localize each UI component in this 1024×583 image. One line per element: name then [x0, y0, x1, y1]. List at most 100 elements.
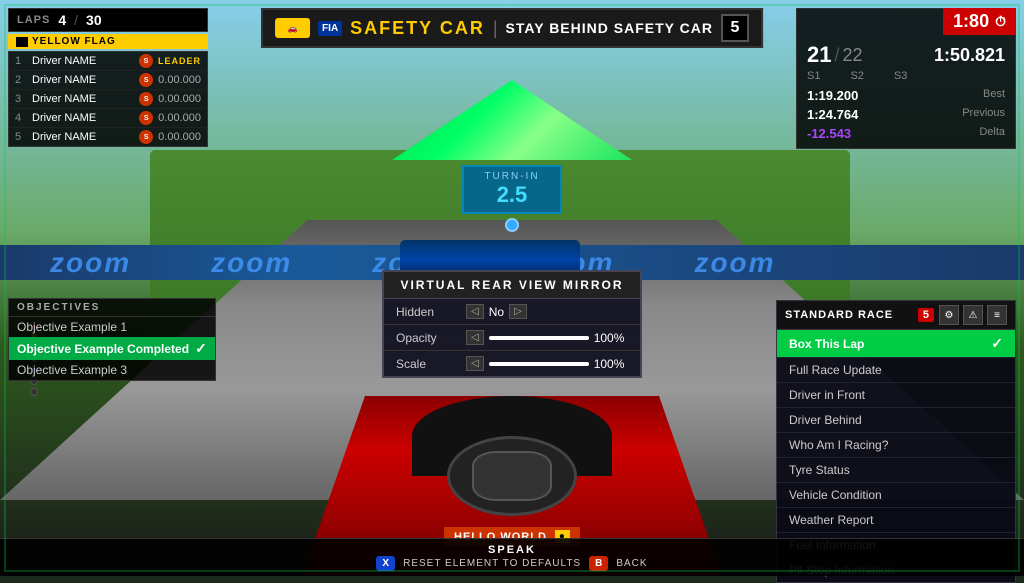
arrow-left-scale-icon[interactable]: ◁ [466, 356, 484, 371]
pos-name: Driver NAME [32, 112, 134, 124]
steering-wheel-inner [472, 451, 552, 501]
mfd-item-box-this-lap[interactable]: Box This Lap ✓ [777, 330, 1015, 358]
sector-labels: S1 S2 S3 [807, 70, 1005, 82]
mirror-hidden-value: No [489, 305, 504, 319]
flag-icon [16, 37, 28, 47]
objective-item-completed: Objective Example Completed ✓ [9, 337, 215, 360]
sector-s1: S1 [807, 70, 820, 82]
scale-value: 100% [594, 357, 625, 371]
pos-badge: S [139, 92, 153, 106]
mfd-icon-settings[interactable]: ⚙ [939, 305, 959, 325]
pos-badge: S [139, 73, 153, 87]
pos-num: 5 [15, 131, 27, 143]
mirror-scale-row: Scale ◁ 100% [384, 351, 640, 376]
mfd-item-vehicle-condition[interactable]: Vehicle Condition [777, 483, 1015, 508]
yellow-flag-bar: YELLOW FLAG [8, 34, 208, 49]
lap-count-badge: 5 [721, 14, 749, 42]
opacity-slider[interactable] [489, 336, 589, 340]
back-label: BACK [616, 558, 647, 569]
laps-bar: LAPS 4 / 30 [8, 8, 208, 32]
mfd-icon-list[interactable]: ≡ [987, 305, 1007, 325]
pos-num: 1 [15, 55, 27, 67]
zoom-text-2: zoom [211, 247, 292, 279]
mfd-item-full-race-update[interactable]: Full Race Update [777, 358, 1015, 383]
timer-value: 1:80 [953, 11, 989, 32]
mirror-hidden-toggle[interactable]: ◁ No ▷ [466, 304, 527, 319]
mirror-modal-title: VIRTUAL REAR VIEW MIRROR [384, 272, 640, 299]
mfd-icon-warning[interactable]: ⚠ [963, 305, 983, 325]
pos-num: 4 [15, 112, 27, 124]
objective-label-3: Objective Example 3 [17, 363, 127, 377]
safety-car-banner: 🚗 FIA SAFETY CAR | STAY BEHIND SAFETY CA… [261, 8, 763, 48]
mfd-item-driver-in-front[interactable]: Driver in Front [777, 383, 1015, 408]
position-table: 1 Driver NAME S LEADER 2 Driver NAME S 0… [8, 51, 208, 147]
zoom-text-1: zoom [50, 247, 131, 279]
safety-car-label: SAFETY CAR [350, 18, 485, 39]
timing-rows: 1:19.200 Best 1:24.764 Previous -12.543 … [807, 86, 1005, 143]
arrow-right-icon[interactable]: ▷ [509, 304, 527, 319]
timer-bar: 1:80 ⏱ [943, 8, 1016, 35]
gear-dot-off2 [30, 388, 38, 396]
arrow-left-icon[interactable]: ◁ [466, 304, 484, 319]
turnin-dot [505, 218, 519, 232]
btn-x[interactable]: X [376, 556, 395, 571]
objective-item-1: Objective Example 1 [9, 317, 215, 337]
mfd-item-label: Driver in Front [789, 388, 865, 402]
scale-slider[interactable] [489, 362, 589, 366]
mfd-item-tyre-status[interactable]: Tyre Status [777, 458, 1015, 483]
scale-slider-fill [489, 362, 589, 366]
timing-row-best: 1:19.200 Best [807, 86, 1005, 105]
laps-current: 4 [58, 12, 66, 28]
objective-label-1: Objective Example 1 [17, 320, 127, 334]
position-current: 21 [807, 42, 831, 68]
zoom-text-5: zoom [694, 247, 775, 279]
table-row: 5 Driver NAME S 0.00.000 [9, 128, 207, 146]
mfd-item-weather-report[interactable]: Weather Report [777, 508, 1015, 533]
top-left-panel: LAPS 4 / 30 YELLOW FLAG 1 Driver NAME S … [8, 8, 208, 147]
mfd-header: STANDARD RACE 5 ⚙ ⚠ ≡ [777, 301, 1015, 330]
speak-label: SPEAK [488, 544, 536, 556]
sector-s2: S2 [850, 70, 863, 82]
delta-time: -12.543 [807, 126, 851, 141]
mfd-item-label: Box This Lap [789, 337, 864, 351]
turnin-box: TURN-IN 2.5 [462, 165, 561, 214]
laps-total: 30 [86, 12, 102, 28]
pos-time: 0.00.000 [158, 112, 201, 124]
pos-separator: / [834, 45, 839, 66]
table-row: 4 Driver NAME S 0.00.000 [9, 109, 207, 128]
turnin-label: TURN-IN [484, 171, 539, 182]
table-row: 3 Driver NAME S 0.00.000 [9, 90, 207, 109]
table-row: 2 Driver NAME S 0.00.000 [9, 71, 207, 90]
mfd-item-label: Vehicle Condition [789, 488, 882, 502]
mfd-item-label: Weather Report [789, 513, 874, 527]
laps-divider: / [74, 12, 78, 28]
button-group: X RESET ELEMENT TO DEFAULTS B BACK [376, 556, 647, 571]
pos-badge: S [139, 54, 153, 68]
mfd-title: STANDARD RACE [785, 309, 893, 321]
arrow-left-opacity-icon[interactable]: ◁ [466, 330, 484, 345]
pos-name: Driver NAME [32, 93, 134, 105]
mirror-hidden-row: Hidden ◁ No ▷ [384, 299, 640, 325]
pos-time: 0.00.000 [158, 93, 201, 105]
pos-num: 2 [15, 74, 27, 86]
opacity-value: 100% [594, 331, 625, 345]
pos-badge: S [139, 130, 153, 144]
pos-name: Driver NAME [32, 131, 134, 143]
mirror-modal: VIRTUAL REAR VIEW MIRROR Hidden ◁ No ▷ O… [382, 270, 642, 378]
objectives-header: OBJECTIVES [9, 299, 215, 317]
mfd-item-driver-behind[interactable]: Driver Behind [777, 408, 1015, 433]
check-icon: ✓ [195, 340, 207, 357]
mfd-item-who-am-i-racing[interactable]: Who Am I Racing? [777, 433, 1015, 458]
bottom-bar: SPEAK X RESET ELEMENT TO DEFAULTS B BACK [0, 538, 1024, 576]
mirror-hidden-label: Hidden [396, 305, 456, 319]
laps-label: LAPS [17, 14, 50, 26]
opacity-slider-fill [489, 336, 589, 340]
pos-time: 0.00.000 [158, 131, 201, 143]
reset-label: RESET ELEMENT TO DEFAULTS [403, 558, 581, 569]
btn-b[interactable]: B [589, 556, 608, 571]
mfd-icons: ⚙ ⚠ ≡ [939, 305, 1007, 325]
pos-name: Driver NAME [32, 55, 134, 67]
safety-car-icon: 🚗 [275, 18, 310, 38]
pos-name: Driver NAME [32, 74, 134, 86]
mfd-item-label: Who Am I Racing? [789, 438, 888, 452]
